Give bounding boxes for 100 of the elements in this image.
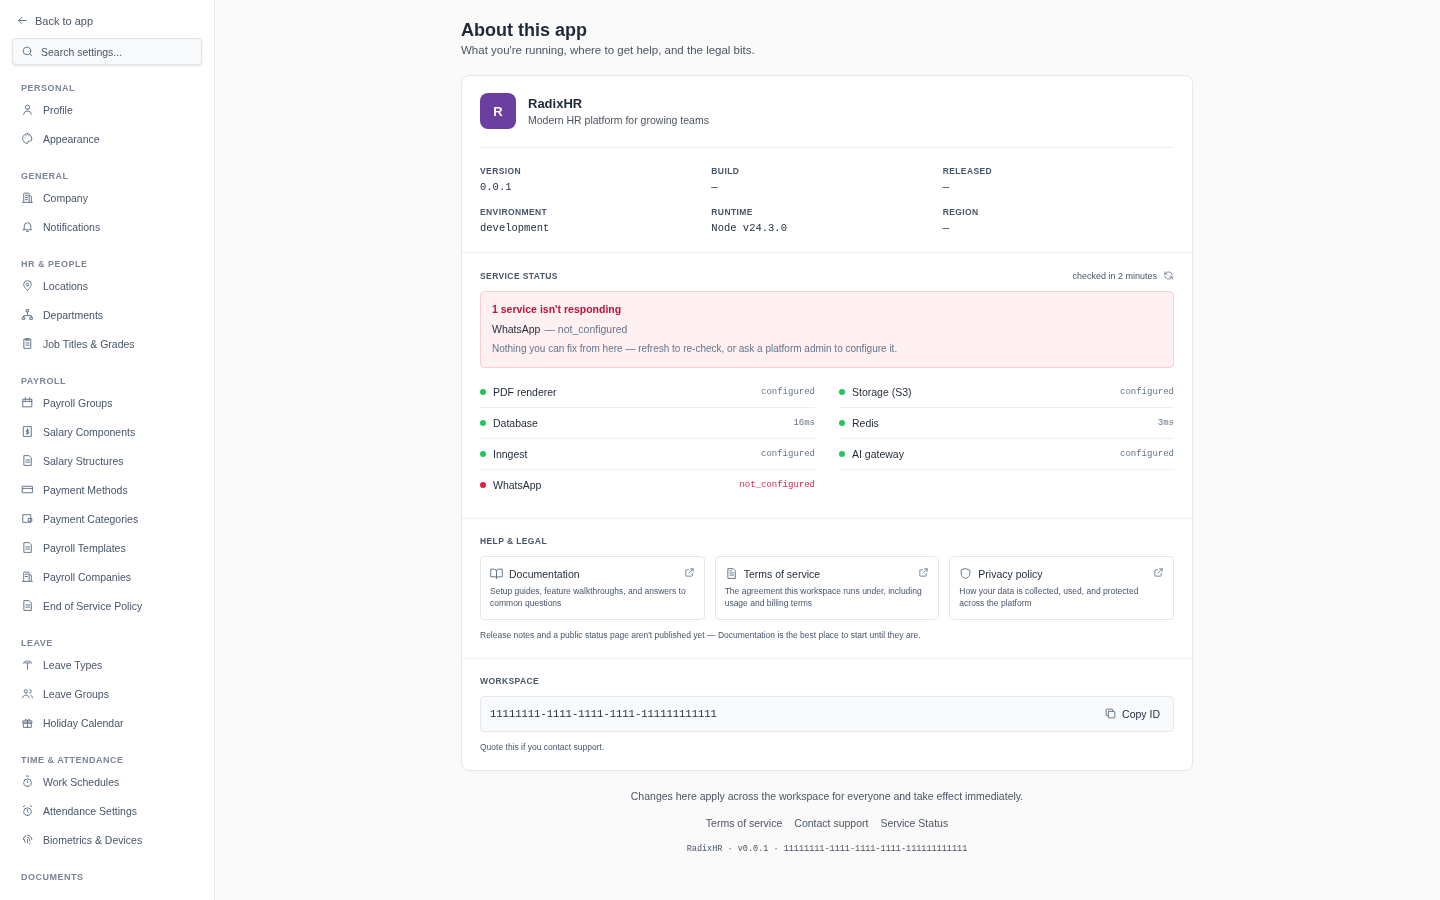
footer-link[interactable]: Service Status <box>880 816 949 829</box>
menu-item-icon <box>21 833 34 846</box>
fact-label: BUILD <box>711 166 741 176</box>
menu-item-icon <box>21 396 34 409</box>
sidebar-item[interactable]: Holiday Calendar <box>12 708 202 737</box>
fact-label: REGION <box>942 207 980 217</box>
section-heading: HELP & LEGAL <box>480 536 548 546</box>
menu-item-icon <box>21 191 34 204</box>
alert-title: 1 service isn't responding <box>492 303 623 315</box>
link-title: Documentation <box>509 567 581 580</box>
sidebar-item[interactable]: Profile <box>12 95 202 124</box>
menu-item-icon <box>21 308 34 321</box>
menu-item-icon <box>21 775 34 788</box>
section-heading: DOCUMENTS <box>21 872 85 882</box>
service-name: WhatsApp <box>493 479 543 491</box>
menu-item-icon <box>21 512 34 525</box>
workspace-id: 11111111-1111-1111-1111-111111111111 <box>490 707 717 720</box>
service-name: Inngest <box>493 448 529 460</box>
sidebar-item[interactable]: Salary Structures <box>12 446 202 475</box>
refresh-icon[interactable] <box>1163 270 1174 281</box>
footer-notice: Changes here apply across the workspace for everyone and take effect immediately. <box>629 789 1025 802</box>
search-icon <box>21 45 34 58</box>
service-value: configured <box>1120 449 1174 459</box>
service-value: not_configured <box>739 480 815 490</box>
search-field[interactable]: Search settings... <box>12 38 202 65</box>
service-name: PDF renderer <box>493 386 558 398</box>
workspace-hint: Quote this if you contact support. <box>480 741 606 752</box>
service-detail: — not_configured <box>544 323 628 335</box>
book-icon <box>490 567 503 580</box>
app-tagline: Modern HR platform for growing teams <box>528 114 709 126</box>
sidebar-item[interactable]: Payment Methods <box>12 475 202 504</box>
footer-link[interactable]: Contact support <box>794 816 869 829</box>
shield-icon <box>959 567 973 580</box>
link-description: Setup guides, feature walkthroughs, and answers to common questions <box>490 585 687 610</box>
arrow-left-icon <box>16 14 29 27</box>
last-checked-text: checked in 2 minutes <box>1072 270 1157 281</box>
sidebar-item[interactable]: Job Titles & Grades <box>12 329 202 358</box>
external-link-icon <box>683 567 695 578</box>
sidebar-item[interactable]: Notifications <box>12 212 202 241</box>
menu-item-icon <box>21 570 34 583</box>
link-card[interactable]: Terms of service The agreement this workspace runs under, including usage and billing terms <box>714 556 940 620</box>
service-name: AI gateway <box>852 448 905 460</box>
link-description: The agreement this workspace runs under, including usage and billing terms <box>724 585 923 610</box>
link-card[interactable]: Documentation Setup guides, feature walkthroughs, and answers to common questions <box>480 556 705 620</box>
link-card[interactable]: Privacy policy How your data is collected, used, and protected across the platform <box>949 556 1174 620</box>
service-value: configured <box>761 449 815 459</box>
menu-item-icon <box>21 716 34 729</box>
menu-item-icon <box>21 425 34 438</box>
menu-item-icon <box>21 599 34 612</box>
back-link[interactable]: Back to app <box>12 14 202 27</box>
service-name: Storage (S3) <box>852 386 913 398</box>
sidebar-item[interactable]: Payroll Groups <box>12 388 202 417</box>
link-description: How your data is collected, used, and protected across the platform <box>959 585 1140 610</box>
sidebar-item[interactable]: Departments <box>12 300 202 329</box>
menu-item-icon <box>21 541 34 554</box>
section-heading: LEAVE <box>21 638 54 648</box>
menu-item-icon <box>21 279 34 292</box>
sidebar-item[interactable]: Appearance <box>12 124 202 153</box>
service-value: configured <box>761 387 815 397</box>
sidebar-item[interactable]: Company <box>12 183 202 212</box>
fact-value: — <box>711 181 719 193</box>
sidebar-item[interactable]: Leave Groups <box>12 679 202 708</box>
menu-item-icon <box>21 103 34 116</box>
section-heading: GENERAL <box>21 171 70 181</box>
help-note: Release notes and a public status page aren't published yet — Documentation is the best place to start until they are. <box>480 629 922 640</box>
sidebar-item[interactable]: Attendance Settings <box>12 796 202 825</box>
sidebar-item[interactable]: End of Service Policy <box>12 591 202 620</box>
link-title: Terms of service <box>743 567 822 580</box>
section-heading: PERSONAL <box>21 83 76 93</box>
service-name: WhatsApp <box>492 323 541 335</box>
footer-link[interactable]: Terms of service <box>705 816 783 829</box>
service-value: 3ms <box>1157 418 1174 428</box>
fact-label: ENVIRONMENT <box>480 207 549 217</box>
menu-item-icon <box>21 132 34 145</box>
app-name: RadixHR <box>528 96 584 111</box>
service-value: configured <box>1120 387 1174 397</box>
sidebar-item[interactable]: Payroll Templates <box>12 533 202 562</box>
sidebar-item[interactable]: Work Schedules <box>12 767 202 796</box>
section-heading: HR & PEOPLE <box>21 259 89 269</box>
external-link-icon <box>1153 567 1164 578</box>
sidebar-item[interactable]: Locations <box>12 271 202 300</box>
fact-label: VERSION <box>480 166 523 176</box>
copy-id-button[interactable]: Copy ID <box>1104 707 1160 721</box>
menu-item-icon <box>21 220 34 233</box>
sidebar-item[interactable]: Leave Types <box>12 650 202 679</box>
sidebar-item[interactable]: Payment Categories <box>12 504 202 533</box>
sidebar-item[interactable]: Salary Components <box>12 417 202 446</box>
fact-label: RELEASED <box>942 166 994 176</box>
menu-item-icon <box>21 804 34 817</box>
page-subtitle: What you're running, where to get help, and the legal bits. <box>461 44 756 56</box>
service-name: Redis <box>852 417 880 429</box>
alert-message: Nothing you can fix from here — refresh to re-check, or ask a platform admin to configure it. <box>492 343 899 354</box>
section-heading: PAYROLL <box>21 376 67 386</box>
menu-item-icon <box>21 687 34 700</box>
footer-meta: RadixHR · v0.0.1 · 11111111-1111-1111-1111-111111111111 <box>685 843 969 854</box>
sidebar-item[interactable]: Biometrics & Devices <box>12 825 202 854</box>
fact-label: RUNTIME <box>711 207 754 217</box>
copy-icon <box>1104 707 1118 721</box>
menu-item-icon <box>21 454 34 467</box>
sidebar-item[interactable]: Payroll Companies <box>12 562 202 591</box>
